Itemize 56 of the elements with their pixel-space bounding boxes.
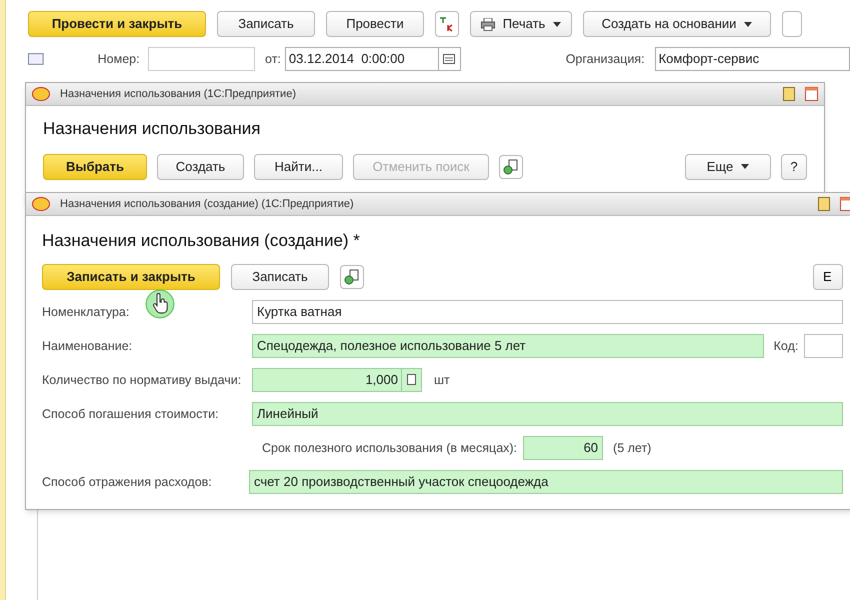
calendar-icon[interactable] [840,197,850,211]
button[interactable]: Выбрать [43,154,147,180]
calendar-icon[interactable] [805,87,818,101]
button[interactable]: Записать [217,11,315,37]
caret-icon [744,22,752,26]
button[interactable]: Записать [231,264,329,290]
field-label: Наименование: [42,338,132,352]
link-document-icon [503,158,519,174]
hand-cursor-icon [145,289,175,319]
field-label: (5 лет) [613,440,652,454]
button[interactable]: Создать на основании [583,11,771,37]
calendar-icon [443,54,456,64]
field-label: Срок полезного использования (в месяцах): [262,440,518,454]
field-label: Номенклатура: [42,304,130,318]
button[interactable]: Создать [157,154,244,180]
window-heading: Назначения использования (создание) * [42,230,361,252]
field-label: от: [265,52,281,66]
window-title: Назначения использования (1С:Предприятие) [60,86,297,102]
app-logo-icon [32,87,50,101]
text-field[interactable]: Спецодежда, полезное использование 5 лет [252,334,764,358]
text-field[interactable]: счет 20 производственный участок спецоодежда [249,470,843,494]
field-label: Номер: [98,52,140,66]
text-field[interactable]: 60 [523,436,604,460]
quantity-field[interactable]: 1,000 [252,368,422,392]
text-field[interactable]: Куртка ватная [252,300,843,324]
button[interactable]: Е [813,264,843,290]
debit-credit-icon [439,16,455,32]
button[interactable]: ? [781,154,807,180]
organization-field[interactable]: Комфорт-сервис [654,47,850,71]
dt-kt-button[interactable] [435,11,459,37]
field-label: Количество по нормативу выдачи: [42,372,242,386]
field-label: Способ погашения стоимости: [42,406,219,420]
button[interactable]: Найти... [254,154,343,180]
field-label: Код: [774,338,798,352]
number-field[interactable] [148,47,256,71]
printer-icon [480,18,495,30]
document-icon [28,53,44,65]
button[interactable]: Записать и закрыть [42,264,220,290]
button[interactable]: Провести и закрыть [28,11,206,37]
window-title: Назначения использования (создание) (1С:Предприятие) [60,196,355,212]
field-label: Способ отражения расходов: [42,474,212,488]
structure-button[interactable] [340,264,364,288]
date-field[interactable]: 03.12.2014 0:00:00 [284,47,461,71]
link-document-icon [344,268,360,284]
caret-icon [553,22,562,26]
text-field[interactable]: Линейный [252,402,843,426]
field-label: шт [434,372,450,386]
structure-button[interactable] [499,154,523,178]
button[interactable]: Еще [685,154,771,180]
button[interactable]: Печать [470,11,572,37]
field-label: Организация: [566,52,645,66]
app-logo-icon [32,197,50,211]
code-field[interactable] [804,334,843,358]
caret-icon [741,164,750,169]
window-heading: Назначения использования [43,118,262,140]
button[interactable]: Провести [326,11,424,37]
